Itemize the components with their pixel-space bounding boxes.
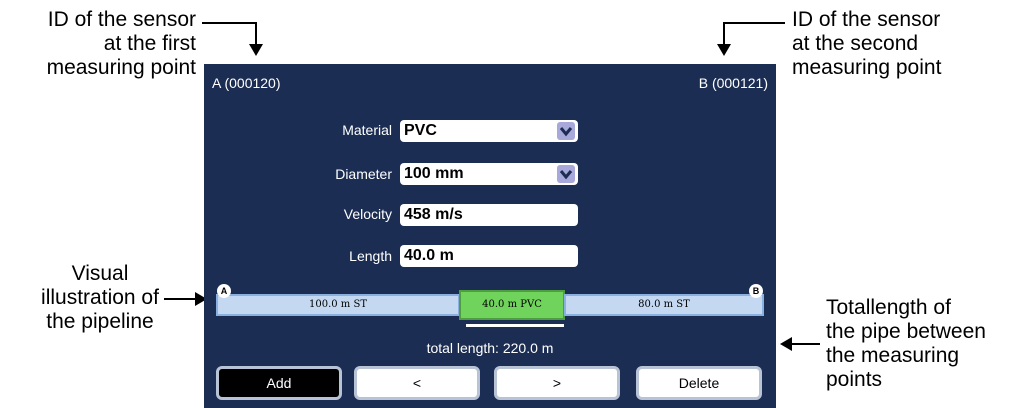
annotation-connector bbox=[164, 298, 198, 300]
diameter-select[interactable]: 100 mm bbox=[400, 163, 578, 185]
delete-button[interactable]: Delete bbox=[636, 366, 762, 400]
annotation-connector bbox=[790, 343, 820, 345]
velocity-label: Velocity bbox=[343, 206, 392, 222]
device-screen: A (000120) B (000121) Material PVC Diame… bbox=[204, 64, 776, 408]
annotation-line: measuring point bbox=[46, 56, 196, 79]
arrow-down-icon bbox=[249, 44, 263, 56]
pipe-segment-1[interactable]: 100.0 m ST bbox=[216, 294, 460, 316]
annotation-line: illustration of bbox=[41, 286, 159, 309]
annotation-line: points bbox=[826, 368, 883, 391]
annotation-line: ID of the sensor bbox=[792, 8, 941, 31]
sensor-b-id: B (000121) bbox=[698, 75, 768, 91]
annotation-line: the pipeline bbox=[46, 310, 154, 333]
annotation-pipeline: Visual illustration of the pipeline bbox=[30, 262, 170, 334]
chevron-down-icon[interactable] bbox=[557, 165, 575, 183]
annotation-total-length: Totallength of the pipe between the meas… bbox=[826, 296, 1022, 392]
annotation-sensor-a: ID of the sensor at the first measuring … bbox=[0, 8, 196, 80]
chevron-down-icon[interactable] bbox=[557, 122, 575, 140]
material-label: Material bbox=[342, 122, 392, 138]
annotation-line: the measuring bbox=[826, 344, 960, 367]
annotation-line: ID of the sensor bbox=[47, 8, 196, 31]
add-button[interactable]: Add bbox=[216, 366, 342, 400]
selected-segment-marker bbox=[466, 324, 564, 327]
annotation-sensor-b: ID of the sensor at the second measuring… bbox=[792, 8, 1012, 80]
next-button[interactable]: > bbox=[494, 366, 620, 400]
annotation-line: at the second bbox=[792, 32, 919, 55]
material-value: PVC bbox=[404, 122, 437, 139]
annotation-line: measuring point bbox=[792, 56, 942, 79]
velocity-input[interactable]: 458 m/s bbox=[400, 204, 578, 226]
length-label: Length bbox=[349, 248, 392, 264]
annotation-line: Totallength of bbox=[826, 296, 951, 319]
annotation-connector bbox=[202, 22, 257, 24]
node-a: A bbox=[217, 284, 231, 298]
annotation-line: the pipe between bbox=[826, 320, 986, 343]
total-length: total length: 220.0 m bbox=[426, 340, 554, 356]
annotation-connector bbox=[255, 22, 257, 44]
annotation-line: Visual bbox=[71, 262, 129, 285]
diameter-value: 100 mm bbox=[404, 165, 464, 182]
annotation-line: at the first bbox=[103, 32, 196, 55]
node-b: B bbox=[749, 284, 763, 298]
material-select[interactable]: PVC bbox=[400, 120, 578, 142]
arrow-down-icon bbox=[717, 44, 731, 56]
sensor-a-id: A (000120) bbox=[212, 75, 281, 91]
length-input[interactable]: 40.0 m bbox=[400, 245, 578, 267]
diameter-label: Diameter bbox=[335, 166, 392, 182]
annotation-connector bbox=[723, 22, 725, 44]
pipe-segment-3[interactable]: 80.0 m ST bbox=[564, 294, 764, 316]
previous-button[interactable]: < bbox=[354, 366, 480, 400]
annotation-connector bbox=[723, 22, 785, 24]
pipe-segment-2[interactable]: 40.0 m PVC bbox=[459, 290, 565, 320]
